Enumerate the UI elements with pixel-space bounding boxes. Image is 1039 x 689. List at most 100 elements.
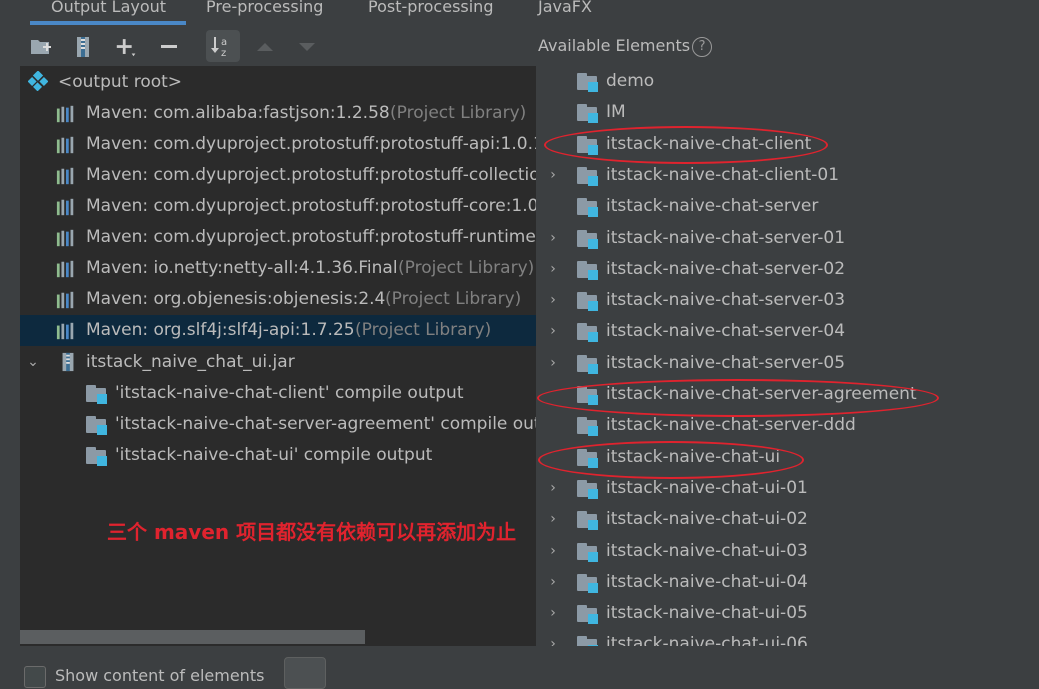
chevron-right-icon[interactable]: › [546,536,560,567]
available-element-item[interactable]: › itstack-naive-chat-server-05 [536,348,1039,379]
available-element-item[interactable]: › itstack-naive-chat-ui-06 [536,629,1039,646]
available-element-label: itstack-naive-chat-ui-02 [606,509,808,530]
available-element-item[interactable]: itstack-naive-chat-server [536,191,1039,222]
red-annotation-text: 三个 maven 项目都没有依赖可以再添加为止 [107,520,517,544]
chevron-right-icon[interactable]: › [546,254,560,285]
library-label: Maven: com.dyuproject.protostuff:protost… [86,165,536,185]
tree-jar-node[interactable]: ⌄ itstack_naive_chat_ui.jar [20,347,536,378]
module-folder-icon [577,198,599,218]
library-label: Maven: org.slf4j:slf4j-api:1.7.25 [86,320,355,340]
module-folder-icon [577,573,599,593]
output-layout-toolbar: az [0,26,536,66]
tree-library-item[interactable]: Maven: com.dyuproject.protostuff:protost… [20,191,536,222]
available-element-item[interactable]: › itstack-naive-chat-ui-02 [536,504,1039,535]
available-element-item[interactable]: demo [536,66,1039,97]
tab-output-layout[interactable]: Output Layout [51,0,166,23]
tab-javafx[interactable]: JavaFX [538,0,592,23]
move-down-icon[interactable] [294,34,320,60]
available-element-item[interactable]: › itstack-naive-chat-ui-04 [536,567,1039,598]
available-element-item[interactable]: › itstack-naive-chat-server-03 [536,285,1039,316]
module-folder-icon [577,542,599,562]
expanded-chevron-icon[interactable]: ⌄ [26,347,40,378]
chevron-right-icon[interactable]: › [546,629,560,646]
library-icon [56,167,74,185]
move-up-icon[interactable] [252,34,278,60]
chevron-right-icon[interactable]: › [546,285,560,316]
module-folder-icon [577,417,599,437]
library-icon [56,136,74,154]
module-folder-icon [86,416,108,435]
output-layout-tree[interactable]: <output root> Maven: com.alibaba:fastjso… [20,66,536,646]
tree-compile-output-item[interactable]: 'itstack-naive-chat-ui' compile output [20,440,536,471]
chevron-right-icon[interactable]: › [546,316,560,347]
add-icon[interactable] [114,34,140,60]
available-element-label: itstack-naive-chat-ui-06 [606,634,808,646]
available-element-item[interactable]: › itstack-naive-chat-server-01 [536,223,1039,254]
archive-icon[interactable] [70,34,96,60]
available-element-label: itstack-naive-chat-server [606,196,819,217]
available-element-item[interactable]: › itstack-naive-chat-ui-01 [536,473,1039,504]
available-elements-panel: Available Elements? demo IM itstack-naive-… [536,26,1039,646]
chevron-right-icon[interactable]: › [546,473,560,504]
tree-output-root[interactable]: <output root> [20,67,536,98]
tree-compile-output-item[interactable]: 'itstack-naive-chat-client' compile outp… [20,378,536,409]
library-icon [56,198,74,216]
tree-library-item[interactable]: Maven: io.netty:netty-all:4.1.36.Final (… [20,253,536,284]
module-folder-icon [577,104,599,124]
sort-alphabetically-button[interactable]: az [206,30,240,62]
remove-icon[interactable] [156,34,182,60]
library-label: Maven: io.netty:netty-all:4.1.36.Final [86,258,398,278]
library-label: Maven: com.alibaba:fastjson:1.2.58 [86,103,390,123]
bottom-bar: Show content of elements [0,646,1039,689]
module-folder-icon [577,323,599,343]
module-folder-icon [577,166,599,186]
library-icon [56,260,74,278]
library-icon [56,291,74,309]
module-folder-icon [86,385,108,404]
bottom-button[interactable] [284,657,326,689]
jar-label: itstack_naive_chat_ui.jar [86,352,295,372]
chevron-right-icon[interactable]: › [546,348,560,379]
available-element-label: itstack-naive-chat-ui-05 [606,603,808,624]
available-element-label: itstack-naive-chat-server-04 [606,321,846,342]
available-element-label: demo [606,71,655,91]
library-icon [56,229,74,247]
new-directory-icon[interactable] [28,34,54,60]
help-icon[interactable]: ? [692,36,713,57]
tree-library-item[interactable]: Maven: com.dyuproject.protostuff:protost… [20,129,536,160]
sort-icon: az [211,37,227,59]
module-folder-icon [86,447,108,466]
show-content-checkbox[interactable] [24,666,46,688]
available-element-item[interactable]: › itstack-naive-chat-ui-03 [536,536,1039,567]
library-label: Maven: com.dyuproject.protostuff:protost… [86,196,536,216]
chevron-right-icon[interactable]: › [546,160,560,191]
tree-library-item[interactable]: Maven: org.slf4j:slf4j-api:1.7.25 (Proje… [20,315,536,346]
available-element-item[interactable]: IM [536,97,1039,128]
library-suffix: (Project Library) [390,103,527,123]
compile-output-label: 'itstack-naive-chat-server-agreement' co… [115,414,536,434]
svg-text:z: z [221,48,226,59]
red-highlight-ellipse [544,126,828,164]
tab-post-processing[interactable]: Post-processing [368,0,493,23]
available-element-item[interactable]: › itstack-naive-chat-client-01 [536,160,1039,191]
horizontal-scrollbar[interactable] [20,630,365,644]
available-element-label: itstack-naive-chat-client-01 [606,164,840,185]
tree-library-item[interactable]: Maven: com.dyuproject.protostuff:protost… [20,160,536,191]
tree-library-item[interactable]: Maven: com.dyuproject.protostuff:protost… [20,222,536,253]
compile-output-label: 'itstack-naive-chat-client' compile outp… [115,383,464,403]
tree-library-item[interactable]: Maven: org.objenesis:objenesis:2.4 (Proj… [20,284,536,315]
tree-compile-output-item[interactable]: 'itstack-naive-chat-server-agreement' co… [20,409,536,440]
library-suffix: (Project Library) [385,289,522,309]
available-element-label: itstack-naive-chat-server-05 [606,352,846,373]
available-element-item[interactable]: › itstack-naive-chat-server-02 [536,254,1039,285]
chevron-right-icon[interactable]: › [546,504,560,535]
chevron-right-icon[interactable]: › [546,223,560,254]
chevron-right-icon[interactable]: › [546,567,560,598]
chevron-right-icon[interactable]: › [546,598,560,629]
available-element-item[interactable]: › itstack-naive-chat-ui-05 [536,598,1039,629]
tab-pre-processing[interactable]: Pre-processing [206,0,323,23]
available-element-label: itstack-naive-chat-ui-03 [606,540,808,561]
module-folder-icon [577,479,599,499]
available-element-item[interactable]: › itstack-naive-chat-server-04 [536,316,1039,347]
tree-library-item[interactable]: Maven: com.alibaba:fastjson:1.2.58 (Proj… [20,98,536,129]
